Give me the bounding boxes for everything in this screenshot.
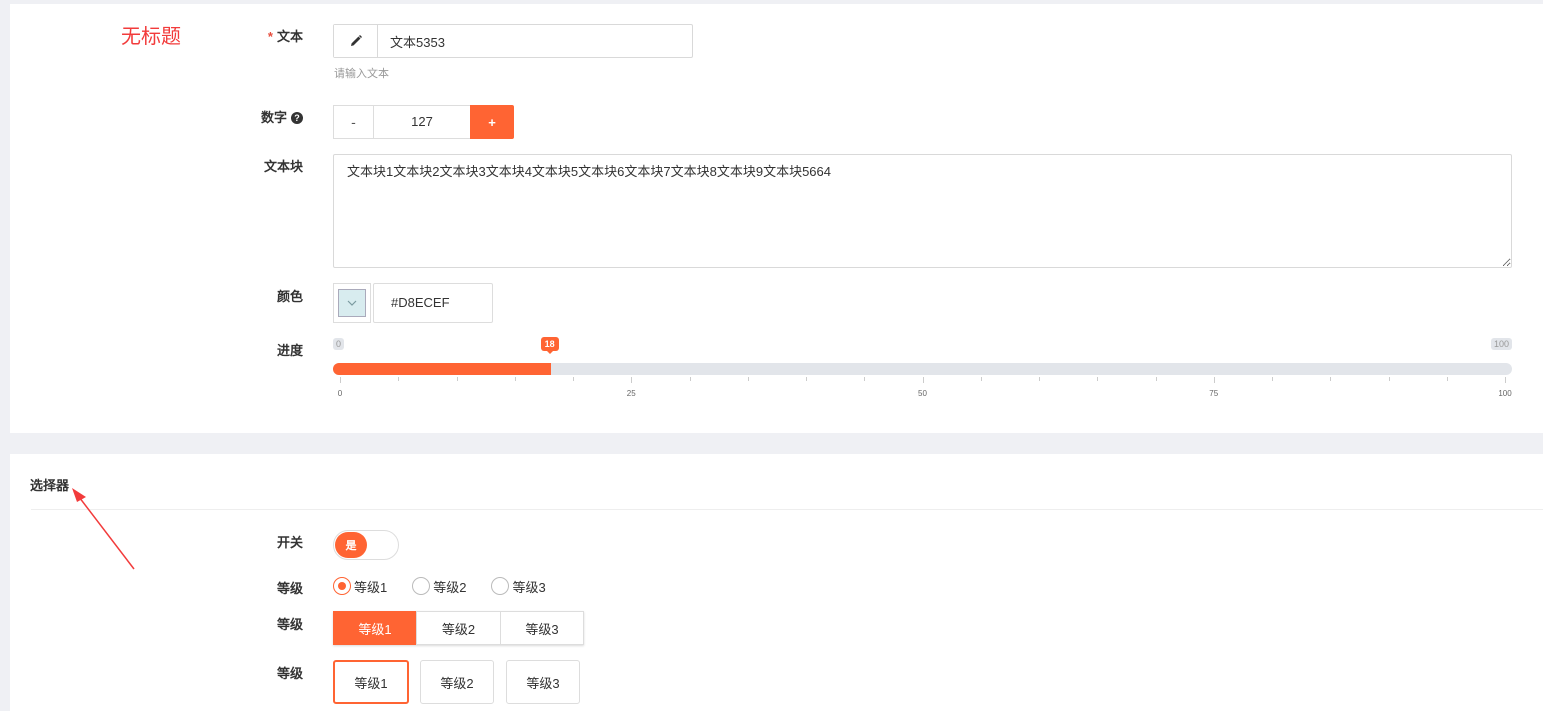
- radio-option[interactable]: 等级3: [491, 577, 546, 595]
- slider-max-label: 100: [1490, 338, 1512, 350]
- slider-tick: [689, 377, 691, 381]
- card-field-label: 等级: [276, 666, 303, 681]
- slider-fill: [333, 363, 551, 375]
- progress-field-label: 进度: [276, 343, 303, 358]
- switch-field-label: 开关: [276, 535, 303, 550]
- radio-label: 等级1: [354, 579, 388, 595]
- card-option[interactable]: 等级3: [506, 660, 580, 704]
- radio-unchecked-icon: [491, 577, 510, 595]
- slider-tick: [1272, 377, 1273, 381]
- slider-tick-label: 0: [337, 389, 343, 398]
- color-hex-input[interactable]: #D8ECEF: [373, 283, 493, 323]
- toggle-switch[interactable]: 是: [333, 530, 399, 560]
- slider-tick: [980, 377, 982, 381]
- section-divider: [31, 509, 1543, 510]
- annotation-arrow-icon: [72, 488, 135, 570]
- card-option[interactable]: 等级2: [420, 660, 494, 704]
- decrement-button[interactable]: -: [333, 105, 374, 139]
- slider-tick: [398, 377, 400, 381]
- progress-slider[interactable]: 0 100 18 0 25 50 75 100: [333, 337, 1512, 401]
- slider-tick: [1097, 377, 1099, 381]
- slider-tick-label: 50: [918, 389, 927, 398]
- slider-tick: [864, 377, 866, 381]
- radio-field-label: 等级: [276, 581, 303, 596]
- text-input[interactable]: [378, 25, 692, 57]
- number-stepper: - 127 +: [333, 105, 514, 139]
- slider-tick-label: 100: [1498, 389, 1512, 398]
- number-value[interactable]: 127: [374, 105, 470, 139]
- segment-option[interactable]: 等级1: [333, 611, 417, 645]
- section-title: 选择器: [30, 478, 70, 493]
- textarea-input[interactable]: 文本块1文本块2文本块3文本块4文本块5文本块6文本块7文本块8文本块9文本块5…: [333, 154, 1512, 268]
- radio-label: 等级3: [512, 579, 546, 595]
- radio-label: 等级2: [433, 579, 467, 595]
- slider-min-label: 0: [333, 338, 345, 350]
- slider-tick: [1446, 377, 1448, 381]
- annotation-title: 无标题: [121, 26, 181, 48]
- text-field-label: * 文本: [183, 26, 303, 45]
- slider-tick: [573, 377, 574, 381]
- card-option[interactable]: 等级1: [333, 660, 409, 704]
- chevron-down-icon: [347, 300, 357, 306]
- segmented-field-label: 等级: [276, 617, 303, 632]
- radio-group: 等级1 等级2 等级3: [333, 577, 546, 595]
- slider-tick: [1039, 377, 1040, 381]
- color-picker-button[interactable]: [333, 283, 371, 323]
- slider-tick: [514, 377, 516, 381]
- color-swatch: [338, 289, 366, 317]
- number-field-label-text: 数字: [260, 110, 287, 125]
- text-field-hint: 请输入文本: [334, 68, 389, 80]
- slider-tick: [1388, 377, 1390, 381]
- segment-option[interactable]: 等级2: [416, 611, 501, 645]
- color-field-label: 颜色: [276, 289, 303, 304]
- slider-tick-label: 25: [626, 389, 636, 398]
- switch-knob: 是: [335, 532, 367, 558]
- slider-tick: [806, 377, 807, 381]
- required-mark: *: [267, 29, 273, 44]
- slider-tick: [1155, 377, 1157, 381]
- slider-tick: [456, 377, 458, 381]
- number-field-label: 数字?: [183, 107, 303, 126]
- textarea-label: 文本块: [263, 159, 303, 174]
- slider-tick-label: 75: [1209, 389, 1219, 398]
- slider-handle[interactable]: [548, 363, 551, 375]
- radio-checked-icon: [333, 577, 351, 595]
- slider-tick: [340, 377, 341, 383]
- slider-value-bubble: 18: [540, 337, 559, 354]
- increment-button[interactable]: +: [470, 105, 514, 139]
- text-field-label-text: 文本: [276, 29, 303, 44]
- segment-option[interactable]: 等级3: [500, 611, 584, 645]
- text-input-group: [333, 24, 693, 58]
- pencil-icon: [334, 25, 378, 57]
- slider-tick: [1330, 377, 1332, 381]
- slider-tick: [922, 377, 924, 383]
- slider-tick: [747, 377, 749, 381]
- question-circle-icon[interactable]: ?: [291, 112, 303, 124]
- slider-tick: [1505, 377, 1506, 383]
- slider-tick: [1213, 377, 1215, 383]
- segmented-control: 等级1 等级2 等级3: [333, 611, 584, 645]
- radio-option[interactable]: 等级1: [333, 577, 387, 595]
- radio-option[interactable]: 等级2: [412, 577, 466, 595]
- slider-tick: [631, 377, 633, 383]
- radio-unchecked-icon: [412, 577, 431, 595]
